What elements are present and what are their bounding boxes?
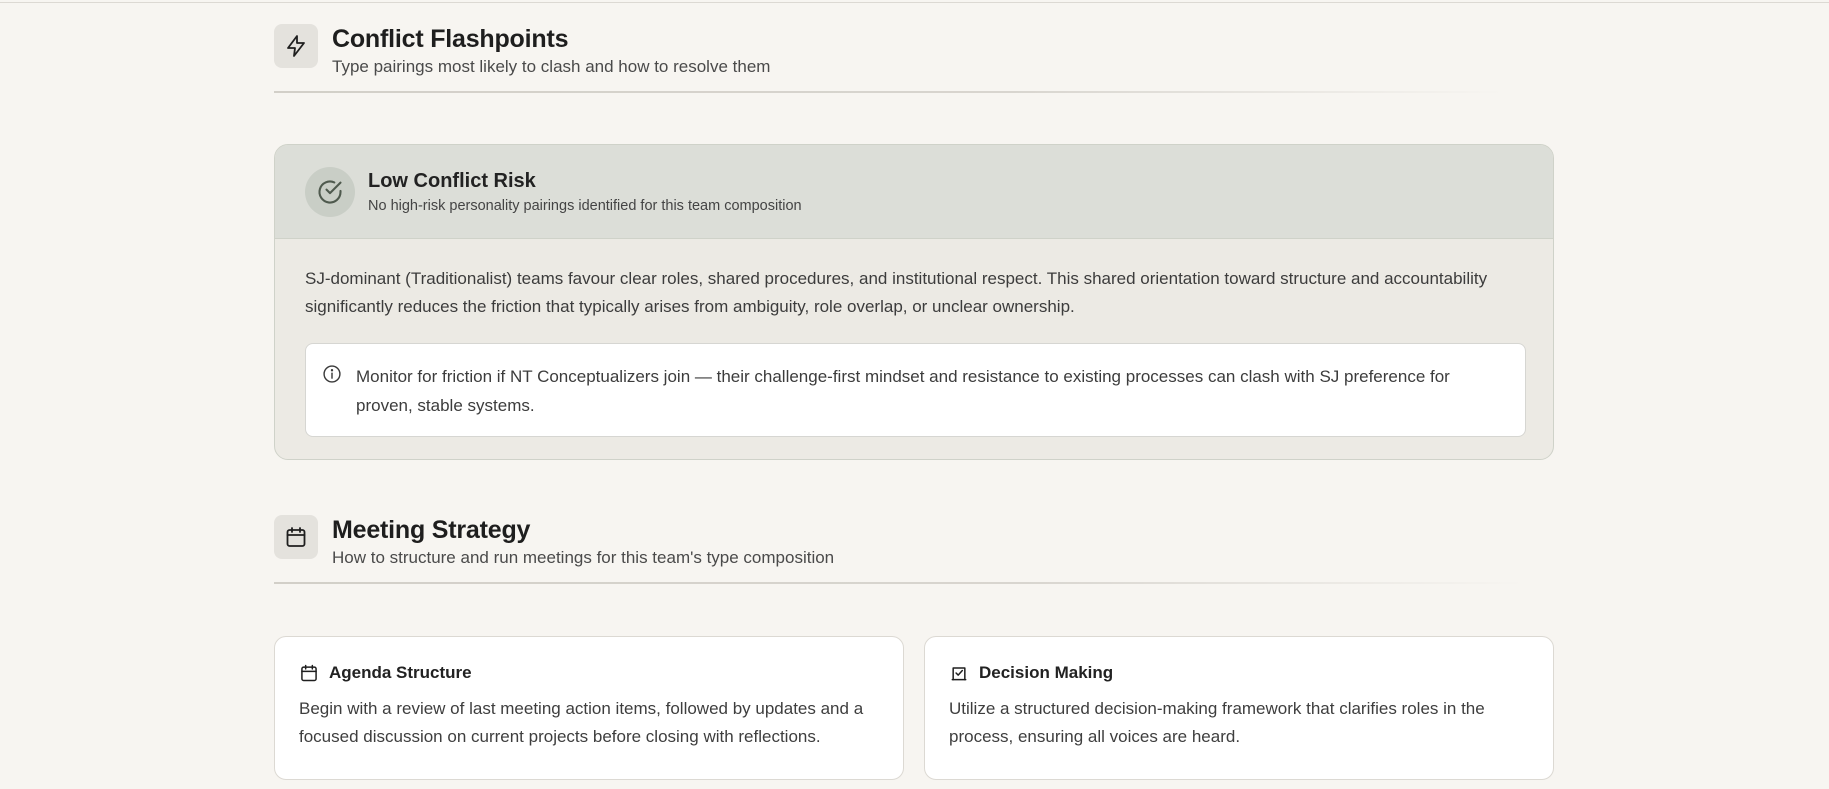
agenda-structure-card: Agenda Structure Begin with a review of … [274,636,904,780]
card-text: Utilize a structured decision-making fra… [949,699,1485,746]
risk-title: Low Conflict Risk [368,170,536,192]
section-divider [274,582,1524,584]
lightning-icon [274,24,318,68]
risk-card-header: Low Conflict Risk No high-risk personali… [275,145,1553,239]
top-divider [0,0,1829,3]
card-title: Agenda Structure [329,663,472,682]
section-subtitle: Type pairings most likely to clash and h… [332,57,771,76]
section-subtitle: How to structure and run meetings for th… [332,548,835,567]
risk-subtitle: No high-risk personality pairings identi… [368,198,802,214]
conflict-risk-card: Low Conflict Risk No high-risk personali… [274,144,1554,460]
calendar-icon [301,664,317,682]
section-divider [274,91,1504,93]
card-text: Begin with a review of last meeting acti… [299,699,864,746]
vote-box-icon [951,667,967,681]
section-title: Conflict Flashpoints [332,25,569,53]
note-text: Monitor for friction if NT Conceptualize… [356,367,1450,415]
calendar-icon [274,515,318,559]
card-title: Decision Making [979,663,1114,682]
risk-description: SJ-dominant (Traditionalist) teams favou… [305,269,1488,316]
meeting-section-header: Meeting Strategy How to structure and ru… [274,515,834,569]
check-circle-icon [305,166,355,217]
decision-making-card: Decision Making Utilize a structured dec… [924,636,1554,780]
conflict-section-header: Conflict Flashpoints Type pairings most … [274,24,770,78]
section-title: Meeting Strategy [332,516,531,544]
friction-note: Monitor for friction if NT Conceptualize… [305,343,1526,437]
info-icon [323,365,341,383]
